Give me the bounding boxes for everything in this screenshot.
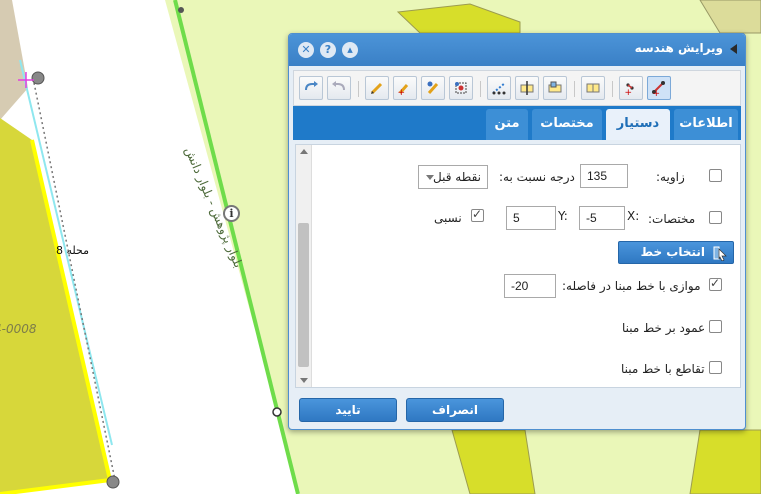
scroll-thumb[interactable] (298, 223, 309, 367)
angle-label: زاویه: (656, 170, 685, 184)
angle-relative-label: درجه نسبت به: (499, 170, 575, 184)
intersect-checkbox[interactable] (709, 361, 722, 374)
add-vertex-icon[interactable]: + (393, 76, 417, 100)
coordinates-label: مختصات: (648, 212, 696, 226)
cursor-icon (713, 246, 727, 261)
tab-strip: اطلاعات دستیار مختصات متن (293, 106, 741, 140)
toolbar-separator (574, 81, 575, 97)
chevron-up-icon[interactable]: ▴ (342, 42, 358, 58)
geometry-edit-dialog: ویرایش هندسه ✕ ? ▴ + + + اطلاعات دستیار … (288, 33, 746, 430)
tab-text[interactable]: متن (486, 109, 528, 140)
street-node[interactable] (272, 407, 282, 417)
tab-assistant[interactable]: دستیار (606, 109, 670, 140)
select-baseline-button[interactable]: انتخاب خط مبنا (618, 241, 734, 280)
y-label: Y: (558, 209, 568, 223)
x-input[interactable] (579, 206, 625, 230)
toolbar-separator (480, 81, 481, 97)
parallel-checkbox[interactable] (709, 276, 722, 291)
vertex-handle[interactable] (106, 475, 120, 489)
undo-icon[interactable] (327, 76, 351, 100)
perpendicular-checkbox[interactable] (709, 320, 722, 333)
angle-input[interactable] (580, 164, 628, 188)
toolbar-separator (358, 81, 359, 97)
move-vertex-icon[interactable] (449, 76, 473, 100)
edit-toolbar: + + + (293, 70, 741, 106)
edit-vertex-icon[interactable] (421, 76, 445, 100)
angle-checkbox[interactable] (709, 169, 722, 182)
parcel-label: محله 8 (56, 244, 90, 257)
scroll-up-icon[interactable] (300, 149, 308, 154)
select-baseline-label: انتخاب خط مبنا (640, 245, 705, 280)
angle-reference-select[interactable]: نقطه قبل (418, 165, 488, 189)
assistant-panel: زاویه: درجه نسبت به: نقطه قبل مختصات: X:… (295, 144, 741, 388)
relative-checkbox[interactable] (471, 207, 484, 222)
angle-reference-value: نقطه قبل (433, 170, 481, 184)
vertex-handle[interactable] (31, 71, 45, 85)
street-node[interactable] (178, 7, 184, 13)
close-icon[interactable]: ✕ (298, 42, 314, 58)
info-icon[interactable]: i (223, 205, 240, 222)
vertical-scrollbar[interactable] (296, 145, 312, 387)
x-label: X: (627, 209, 640, 223)
split-icon[interactable] (515, 76, 539, 100)
coordinates-checkbox[interactable] (709, 211, 722, 224)
rectangle-icon[interactable] (581, 76, 605, 100)
intersect-label: تقاطع با خط مبنا (621, 362, 705, 376)
parcel-code-label: 4-0008 (0, 322, 37, 336)
dialog-title: ویرایش هندسه (634, 41, 723, 55)
svg-text:+: + (652, 89, 660, 96)
parallel-label: موازی با خط مبنا در فاصله: (562, 279, 701, 293)
relative-label: نسبی (434, 211, 462, 225)
ok-button[interactable]: تایید (299, 398, 397, 422)
chevron-down-icon (426, 175, 434, 180)
toolbar-separator (612, 81, 613, 97)
scroll-down-icon[interactable] (300, 378, 308, 383)
tab-info[interactable]: اطلاعات (674, 109, 738, 140)
redo-icon[interactable] (299, 76, 323, 100)
merge-icon[interactable] (543, 76, 567, 100)
add-line-icon[interactable]: + (647, 76, 671, 100)
perpendicular-label: عمود بر خط مبنا (622, 321, 706, 335)
collapse-triangle-icon[interactable] (730, 44, 737, 54)
y-input[interactable] (506, 206, 556, 230)
svg-text:+: + (624, 88, 632, 96)
pencil-icon[interactable] (365, 76, 389, 100)
dialog-titlebar[interactable]: ویرایش هندسه ✕ ? ▴ (289, 34, 745, 66)
cancel-button[interactable]: انصراف (406, 398, 504, 422)
help-icon[interactable]: ? (320, 42, 336, 58)
parallel-distance-input[interactable] (504, 274, 556, 298)
add-point-icon[interactable]: + (619, 76, 643, 100)
parcel-bottom-right (689, 429, 761, 494)
tab-coordinates[interactable]: مختصات (532, 109, 602, 140)
dotted-line-icon[interactable] (487, 76, 511, 100)
svg-text:+: + (397, 88, 405, 96)
